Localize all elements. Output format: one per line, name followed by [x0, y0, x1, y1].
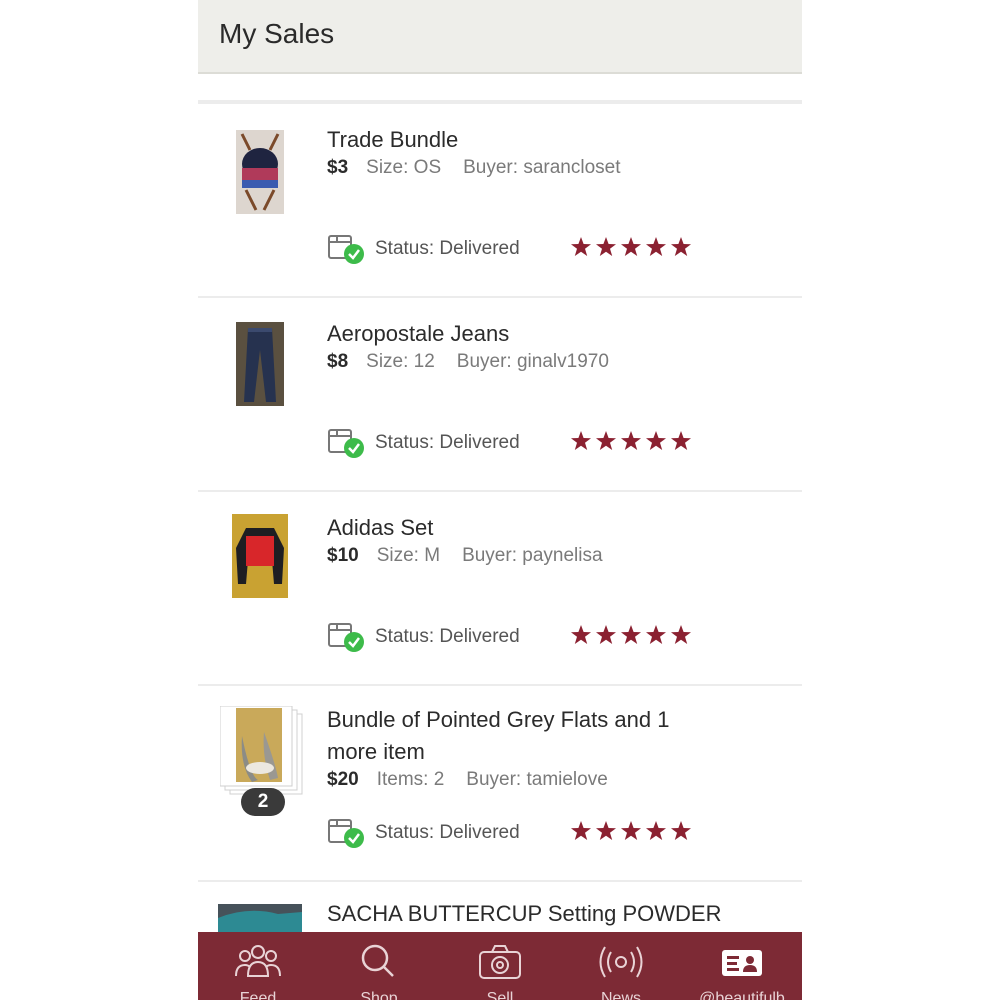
star-icon [646, 625, 666, 644]
item-buyer[interactable]: Buyer: tamielove [466, 769, 608, 790]
item-thumbnail[interactable] [236, 130, 284, 214]
item-count: Items: 2 [376, 769, 445, 790]
star-icon [596, 625, 616, 644]
item-meta: $8 Size: 12 Buyer: ginalv1970 [327, 351, 747, 373]
search-icon [361, 944, 394, 977]
nav-profile[interactable]: @beautifulb [682, 932, 802, 1000]
item-buyer[interactable]: Buyer: ginalv1970 [457, 351, 609, 372]
star-icon [596, 237, 616, 256]
package-delivered-check-icon [327, 620, 367, 654]
item-price: $8 [327, 351, 349, 372]
star-icon [646, 821, 666, 840]
nav-label: @beautifulb [699, 990, 785, 1000]
bundle-count-badge: 2 [241, 788, 285, 816]
item-buyer[interactable]: Buyer: sarancloset [463, 157, 620, 178]
page-header: My Sales [198, 0, 802, 74]
item-title[interactable]: SACHA BUTTERCUP Setting POWDER [327, 898, 787, 930]
sale-item-adidas-set[interactable]: Adidas Set $10 Size: M Buyer: paynelisa St… [198, 490, 802, 684]
star-icon [571, 821, 591, 840]
sale-item-trade-bundle[interactable]: Trade Bundle $3 Size: OS Buyer: saranclose… [198, 102, 802, 296]
item-title[interactable]: Trade Bundle [327, 124, 747, 156]
item-info: Aeropostale Jeans $8 Size: 12 Buyer: ginal… [327, 318, 747, 373]
star-icon [621, 237, 641, 256]
item-info: SACHA BUTTERCUP Setting POWDER [327, 898, 787, 930]
status-row: Status: Delivered [327, 816, 767, 850]
rating-stars [571, 430, 695, 454]
rating-stars [571, 624, 695, 648]
nav-label: News [600, 990, 641, 1000]
star-icon [571, 625, 591, 644]
item-info: Trade Bundle $3 Size: OS Buyer: saranclose… [327, 124, 747, 179]
nav-label: Shop [360, 990, 398, 1000]
rating-stars [571, 820, 695, 844]
profile-card-icon [722, 950, 762, 976]
page-title: My Sales [219, 18, 335, 49]
item-title-continued[interactable]: more item [327, 736, 747, 768]
nav-news[interactable]: News [561, 932, 681, 1000]
star-icon [646, 237, 666, 256]
item-title[interactable]: Adidas Set [327, 512, 747, 544]
item-thumbnail[interactable] [232, 514, 288, 598]
star-icon [621, 431, 641, 450]
item-price: $10 [327, 545, 359, 566]
star-icon [571, 237, 591, 256]
item-title[interactable]: Aeropostale Jeans [327, 318, 747, 350]
star-icon [646, 431, 666, 450]
nav-sell[interactable]: Sell [440, 932, 560, 1000]
nav-label: Sell [486, 990, 514, 1000]
item-size: Size: M [376, 545, 441, 566]
nav-feed[interactable]: Feed [198, 932, 318, 1000]
star-icon [571, 431, 591, 450]
item-size: Size: 12 [366, 351, 435, 372]
rating-stars [571, 236, 695, 260]
people-icon [235, 945, 281, 977]
star-icon [621, 625, 641, 644]
status-text: Status: Delivered [375, 626, 520, 647]
item-buyer[interactable]: Buyer: paynelisa [462, 545, 602, 566]
star-icon [621, 821, 641, 840]
item-meta: $3 Size: OS Buyer: sarancloset [327, 157, 747, 179]
bottom-navigation: Feed Shop Sell News @beautifulb [198, 932, 802, 1000]
item-info: Bundle of Pointed Grey Flats and 1 more … [327, 704, 747, 791]
broadcast-icon [599, 946, 643, 978]
package-delivered-check-icon [327, 426, 367, 460]
star-icon [596, 821, 616, 840]
item-title[interactable]: Bundle of Pointed Grey Flats and 1 [327, 704, 747, 736]
sales-list[interactable]: Trade Bundle $3 Size: OS Buyer: saranclose… [198, 100, 802, 1000]
item-thumbnail[interactable] [236, 322, 284, 406]
status-row: Status: Delivered [327, 426, 767, 460]
star-icon [671, 821, 691, 840]
sale-item-aeropostale-jeans[interactable]: Aeropostale Jeans $8 Size: 12 Buyer: ginal… [198, 296, 802, 490]
star-icon [596, 431, 616, 450]
item-meta: $20 Items: 2 Buyer: tamielove [327, 769, 747, 791]
item-price: $20 [327, 769, 359, 790]
app-screen: My Sales Trade Bundle $3 Size: OS Buyer: s… [198, 0, 802, 1000]
camera-icon [479, 945, 521, 979]
status-text: Status: Delivered [375, 822, 520, 843]
status-row: Status: Delivered [327, 232, 767, 266]
status-text: Status: Delivered [375, 238, 520, 259]
nav-shop[interactable]: Shop [319, 932, 439, 1000]
star-icon [671, 431, 691, 450]
package-delivered-check-icon [327, 232, 367, 266]
status-text: Status: Delivered [375, 432, 520, 453]
status-row: Status: Delivered [327, 620, 767, 654]
star-icon [671, 625, 691, 644]
package-delivered-check-icon [327, 816, 367, 850]
item-info: Adidas Set $10 Size: M Buyer: paynelisa [327, 512, 747, 567]
item-size: Size: OS [366, 157, 442, 178]
item-meta: $10 Size: M Buyer: paynelisa [327, 545, 747, 567]
nav-label: Feed [239, 990, 277, 1000]
sale-item-bundle-grey-flats[interactable]: 2 Bundle of Pointed Grey Flats and 1 mor… [198, 684, 802, 880]
item-price: $3 [327, 157, 349, 178]
star-icon [671, 237, 691, 256]
